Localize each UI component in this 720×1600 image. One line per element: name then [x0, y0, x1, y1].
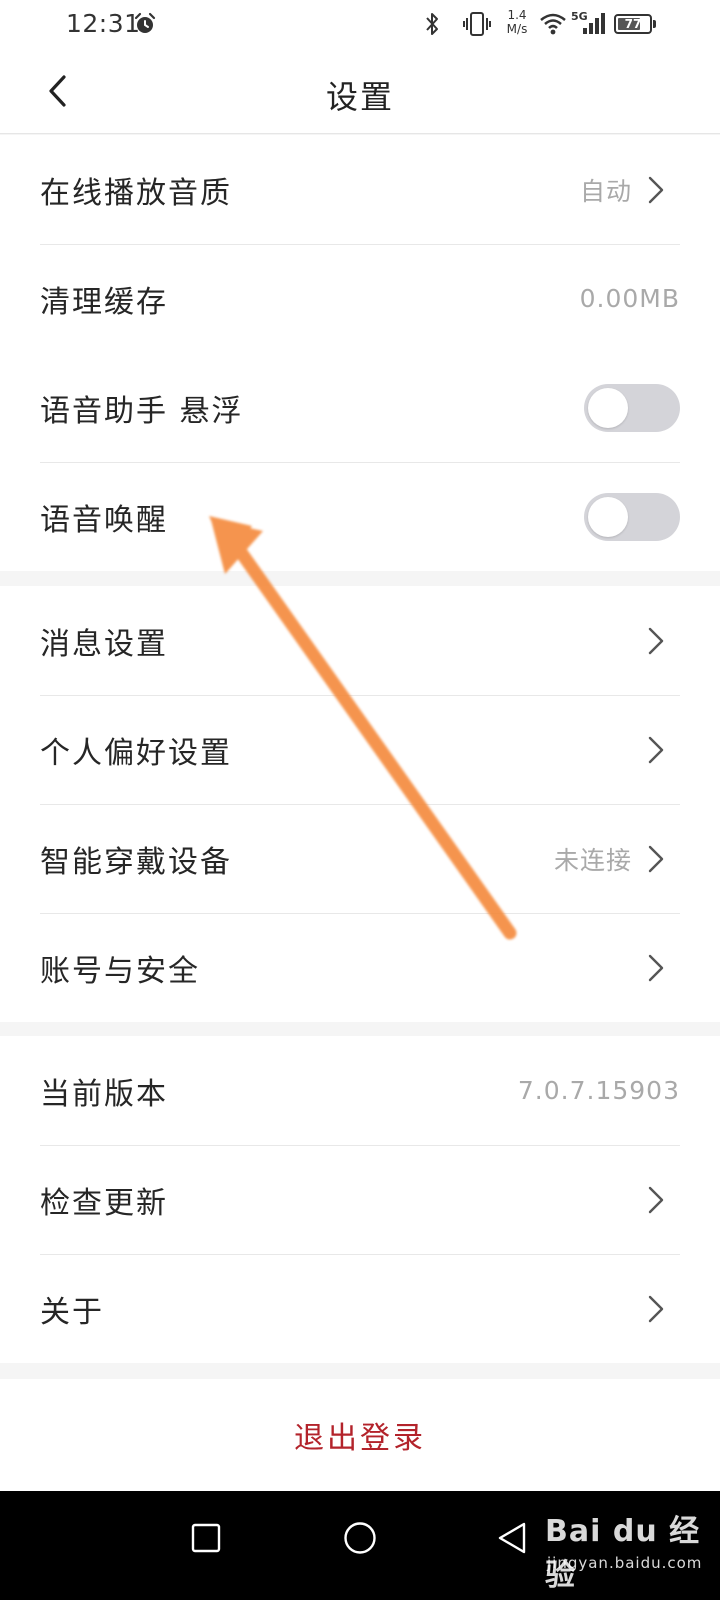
row-label: 检查更新	[40, 1185, 168, 1221]
row-label: 清理缓存	[40, 284, 168, 320]
logout-button[interactable]: 退出登录	[0, 1379, 720, 1491]
system-back-button[interactable]	[487, 1513, 537, 1563]
status-time: 12:31	[66, 9, 141, 38]
voice-wakeup-toggle[interactable]	[584, 492, 680, 541]
wifi-icon	[540, 13, 566, 35]
page-title: 设置	[325, 78, 394, 116]
chevron-right-icon	[648, 954, 664, 981]
alarm-icon	[134, 12, 156, 33]
row-value: 自动	[579, 176, 632, 206]
row-wearable-devices[interactable]: 智能穿戴设备 未连接	[0, 804, 720, 913]
row-value: 0.00MB	[579, 284, 680, 313]
row-label: 语音唤醒	[40, 502, 168, 538]
voice-assistant-float-toggle[interactable]	[584, 383, 680, 432]
chevron-right-icon	[648, 1186, 664, 1213]
row-value: 7.0.7.15903	[517, 1076, 680, 1105]
cellular-signal-icon: 5G	[571, 10, 605, 38]
battery-tip	[653, 20, 656, 28]
battery-level: 77	[624, 17, 642, 31]
row-current-version: 当前版本 7.0.7.15903	[0, 1036, 720, 1145]
row-check-update[interactable]: 检查更新	[0, 1145, 720, 1254]
settings-group-voice: 语音助手 悬浮 语音唤醒	[0, 353, 720, 571]
row-about[interactable]: 关于	[0, 1254, 720, 1363]
row-label: 智能穿戴设备	[40, 844, 232, 880]
logout-label: 退出登录	[294, 1421, 426, 1456]
row-account-security[interactable]: 账号与安全	[0, 913, 720, 1022]
row-label: 在线播放音质	[40, 175, 232, 211]
row-voice-wakeup: 语音唤醒	[0, 462, 720, 571]
chevron-right-icon	[648, 845, 664, 872]
home-button[interactable]	[335, 1513, 385, 1563]
row-voice-assistant-float: 语音助手 悬浮	[0, 353, 720, 462]
row-label: 关于	[40, 1294, 104, 1330]
row-label: 语音助手 悬浮	[40, 393, 244, 429]
settings-group-about: 当前版本 7.0.7.15903 检查更新 关于	[0, 1036, 720, 1363]
row-value: 未连接	[553, 845, 632, 875]
home-circle-icon	[344, 1522, 376, 1554]
settings-group-general: 消息设置 个人偏好设置 智能穿戴设备 未连接 账号与安全	[0, 586, 720, 1022]
vibrate-icon	[463, 12, 491, 36]
recent-apps-button[interactable]	[181, 1513, 231, 1563]
row-label: 消息设置	[40, 626, 168, 662]
toggle-knob	[588, 496, 628, 537]
row-online-audio-quality[interactable]: 在线播放音质 自动	[0, 135, 720, 244]
row-personal-preferences[interactable]: 个人偏好设置	[0, 695, 720, 804]
row-message-settings[interactable]: 消息设置	[0, 586, 720, 695]
system-nav-bar	[0, 1491, 720, 1600]
chevron-right-icon	[648, 176, 664, 203]
settings-group-playback: 在线播放音质 自动 清理缓存 0.00MB	[0, 135, 720, 353]
back-triangle-icon	[498, 1522, 526, 1554]
battery-icon: 77	[614, 14, 652, 34]
bluetooth-icon	[426, 13, 438, 35]
chevron-right-icon	[648, 1295, 664, 1322]
status-bar: 12:31 1.4 M/s 5G 77	[0, 0, 720, 48]
row-label: 账号与安全	[40, 953, 200, 989]
row-clear-cache[interactable]: 清理缓存 0.00MB	[0, 244, 720, 353]
recent-apps-square-icon	[191, 1523, 221, 1553]
row-label: 当前版本	[40, 1076, 168, 1112]
row-label: 个人偏好设置	[40, 735, 232, 771]
chevron-right-icon	[648, 627, 664, 654]
network-speed: 1.4 M/s	[506, 8, 528, 36]
chevron-right-icon	[648, 736, 664, 763]
toggle-knob	[588, 387, 628, 428]
app-header: 设置	[0, 48, 720, 134]
